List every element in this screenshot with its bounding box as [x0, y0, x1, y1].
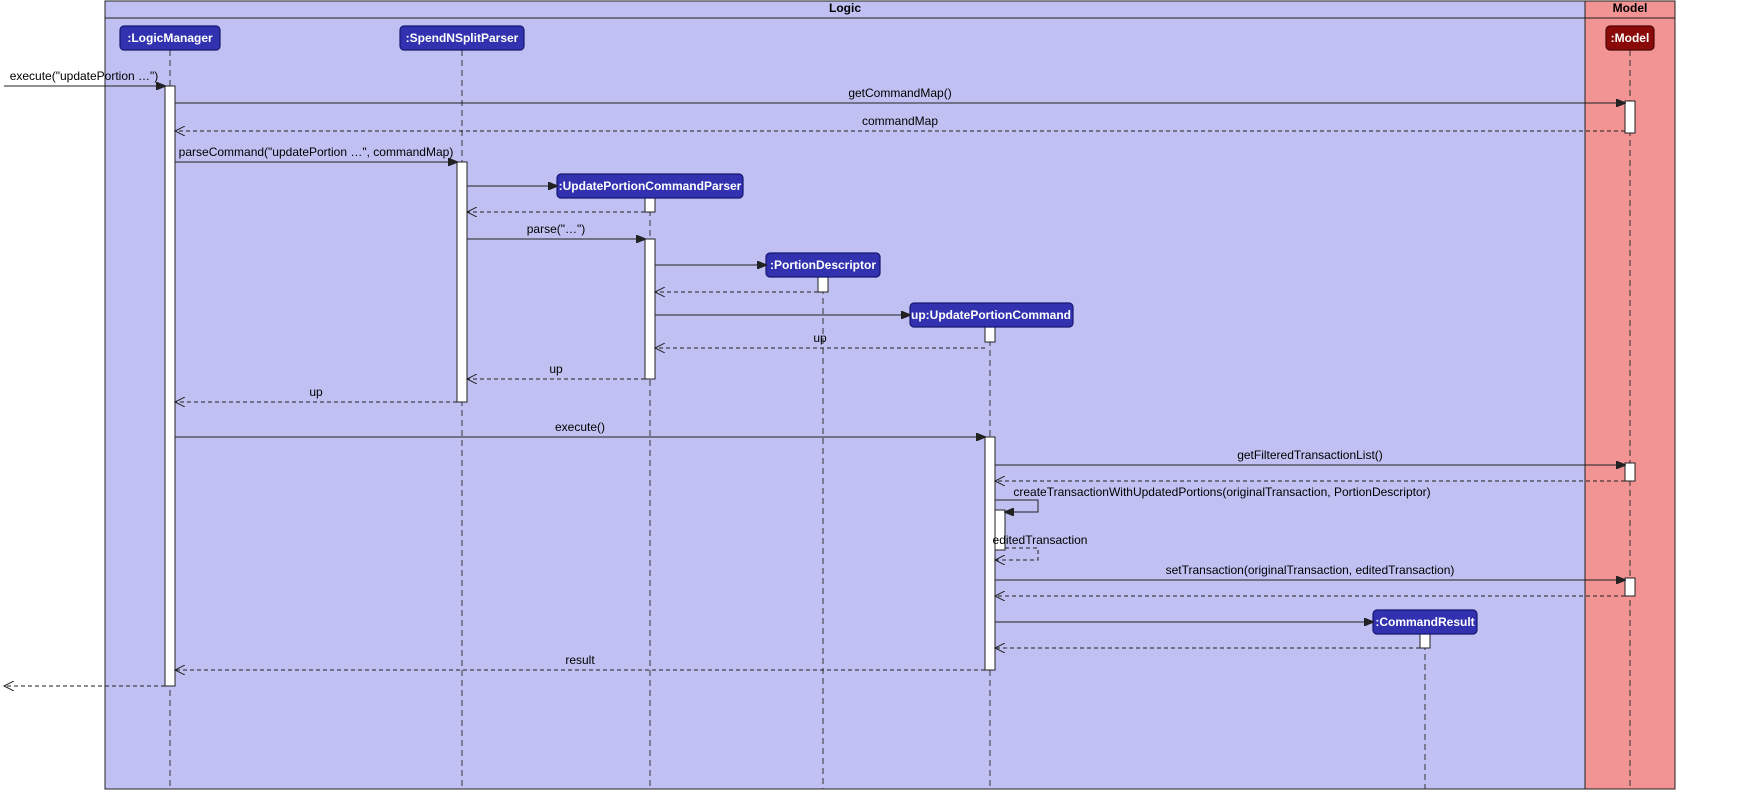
participant-portiondescriptor-label: :PortionDescriptor — [770, 258, 876, 272]
msg-up3-label: up — [309, 385, 323, 399]
msg-getcommandmap-label: getCommandMap() — [848, 86, 951, 100]
sequence-diagram: Logic Model :LogicManager :SpendNSplitPa… — [0, 0, 1750, 790]
msg-execute-in-label: execute("updatePortion …") — [10, 69, 159, 83]
msg-gftl-label: getFilteredTransactionList() — [1237, 448, 1383, 462]
activation-model-settx — [1625, 578, 1635, 596]
participant-logicmanager-label: :LogicManager — [127, 31, 213, 45]
frame-model-title: Model — [1613, 1, 1648, 15]
activation-model-getcmdmap — [1625, 101, 1635, 133]
activation-portiondescriptor — [818, 276, 828, 292]
msg-parsecommand-label: parseCommand("updatePortion …", commandM… — [179, 145, 454, 159]
msg-result-label: result — [565, 653, 595, 667]
participant-updateportioncommandparser-label: :UpdatePortionCommandParser — [559, 179, 742, 193]
activation-logicmanager — [165, 86, 175, 686]
msg-self-create-label: createTransactionWithUpdatedPortions(ori… — [1013, 485, 1430, 499]
activation-model-gftl — [1625, 463, 1635, 481]
activation-spendnsplitparser — [457, 162, 467, 402]
activation-upcp-parse — [645, 239, 655, 379]
frame-logic — [105, 1, 1585, 789]
participant-model-label: :Model — [1611, 31, 1650, 45]
participant-spendnsplitparser-label: :SpendNSplitParser — [406, 31, 519, 45]
participant-updateportioncommand-label: up:UpdatePortionCommand — [911, 308, 1071, 322]
activation-upc-create — [985, 326, 995, 342]
frame-logic-title: Logic — [829, 1, 861, 15]
msg-self-return-label: editedTransaction — [993, 533, 1088, 547]
msg-settx-label: setTransaction(originalTransaction, edit… — [1166, 563, 1455, 577]
participant-commandresult-label: :CommandResult — [1375, 615, 1474, 629]
msg-up1-label: up — [813, 331, 827, 345]
activation-upc-exec — [985, 437, 995, 670]
msg-up2-label: up — [549, 362, 563, 376]
msg-parse-label: parse("…") — [527, 222, 586, 236]
msg-execute-cmd-label: execute() — [555, 420, 605, 434]
msg-commandmap-label: commandMap — [862, 114, 938, 128]
